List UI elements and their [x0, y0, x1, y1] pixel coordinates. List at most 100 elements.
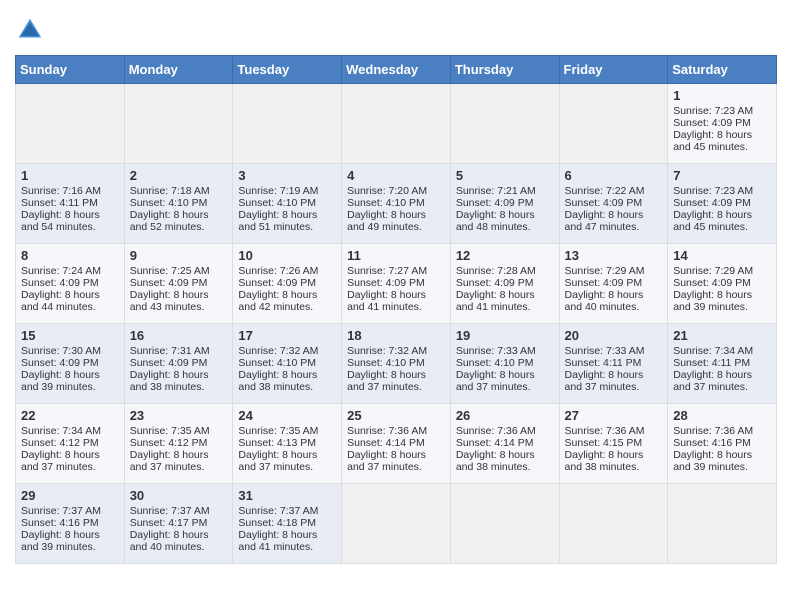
sunrise-text: Sunrise: 7:35 AM — [238, 425, 318, 437]
calendar-cell: 7 Sunrise: 7:23 AM Sunset: 4:09 PM Dayli… — [668, 164, 777, 244]
calendar-cell — [16, 84, 125, 164]
sunrise-text: Sunrise: 7:36 AM — [565, 425, 645, 437]
daylight-text: Daylight: 8 hours and 47 minutes. — [565, 209, 644, 233]
sunrise-text: Sunrise: 7:23 AM — [673, 185, 753, 197]
day-number: 22 — [21, 408, 119, 423]
day-number: 18 — [347, 328, 445, 343]
calendar-cell — [450, 484, 559, 564]
calendar-cell: 5 Sunrise: 7:21 AM Sunset: 4:09 PM Dayli… — [450, 164, 559, 244]
calendar-cell — [559, 84, 668, 164]
day-number: 2 — [130, 168, 228, 183]
daylight-text: Daylight: 8 hours and 41 minutes. — [456, 289, 535, 313]
sunset-text: Sunset: 4:11 PM — [565, 357, 642, 369]
sunrise-text: Sunrise: 7:36 AM — [673, 425, 753, 437]
calendar-cell: 8 Sunrise: 7:24 AM Sunset: 4:09 PM Dayli… — [16, 244, 125, 324]
calendar-week-row: 1 Sunrise: 7:23 AM Sunset: 4:09 PM Dayli… — [16, 84, 777, 164]
sunrise-text: Sunrise: 7:33 AM — [456, 345, 536, 357]
sunset-text: Sunset: 4:12 PM — [21, 437, 99, 449]
sunrise-text: Sunrise: 7:19 AM — [238, 185, 318, 197]
sunset-text: Sunset: 4:09 PM — [565, 197, 643, 209]
sunset-text: Sunset: 4:09 PM — [130, 277, 208, 289]
daylight-text: Daylight: 8 hours and 38 minutes. — [238, 369, 317, 393]
daylight-text: Daylight: 8 hours and 41 minutes. — [238, 529, 317, 553]
sunrise-text: Sunrise: 7:32 AM — [238, 345, 318, 357]
calendar-cell: 9 Sunrise: 7:25 AM Sunset: 4:09 PM Dayli… — [124, 244, 233, 324]
calendar-cell: 16 Sunrise: 7:31 AM Sunset: 4:09 PM Dayl… — [124, 324, 233, 404]
daylight-text: Daylight: 8 hours and 43 minutes. — [130, 289, 209, 313]
daylight-text: Daylight: 8 hours and 38 minutes. — [565, 449, 644, 473]
calendar-week-row: 1 Sunrise: 7:16 AM Sunset: 4:11 PM Dayli… — [16, 164, 777, 244]
sunset-text: Sunset: 4:09 PM — [21, 357, 99, 369]
daylight-text: Daylight: 8 hours and 48 minutes. — [456, 209, 535, 233]
daylight-text: Daylight: 8 hours and 37 minutes. — [130, 449, 209, 473]
day-number: 24 — [238, 408, 336, 423]
sunrise-text: Sunrise: 7:25 AM — [130, 265, 210, 277]
sunrise-text: Sunrise: 7:32 AM — [347, 345, 427, 357]
sunset-text: Sunset: 4:09 PM — [673, 117, 751, 129]
sunset-text: Sunset: 4:13 PM — [238, 437, 316, 449]
daylight-text: Daylight: 8 hours and 37 minutes. — [565, 369, 644, 393]
calendar-cell: 23 Sunrise: 7:35 AM Sunset: 4:12 PM Dayl… — [124, 404, 233, 484]
calendar-cell: 1 Sunrise: 7:16 AM Sunset: 4:11 PM Dayli… — [16, 164, 125, 244]
day-number: 29 — [21, 488, 119, 503]
sunset-text: Sunset: 4:09 PM — [21, 277, 99, 289]
day-number: 1 — [673, 88, 771, 103]
day-number: 17 — [238, 328, 336, 343]
calendar-cell: 10 Sunrise: 7:26 AM Sunset: 4:09 PM Dayl… — [233, 244, 342, 324]
calendar-cell: 28 Sunrise: 7:36 AM Sunset: 4:16 PM Dayl… — [668, 404, 777, 484]
day-header-wednesday: Wednesday — [342, 56, 451, 84]
daylight-text: Daylight: 8 hours and 39 minutes. — [673, 449, 752, 473]
sunrise-text: Sunrise: 7:27 AM — [347, 265, 427, 277]
sunset-text: Sunset: 4:09 PM — [456, 197, 534, 209]
sunset-text: Sunset: 4:11 PM — [21, 197, 98, 209]
sunset-text: Sunset: 4:09 PM — [456, 277, 534, 289]
calendar-cell — [668, 484, 777, 564]
calendar-week-row: 8 Sunrise: 7:24 AM Sunset: 4:09 PM Dayli… — [16, 244, 777, 324]
daylight-text: Daylight: 8 hours and 37 minutes. — [21, 449, 100, 473]
sunrise-text: Sunrise: 7:26 AM — [238, 265, 318, 277]
sunset-text: Sunset: 4:10 PM — [347, 197, 425, 209]
sunrise-text: Sunrise: 7:37 AM — [130, 505, 210, 517]
calendar-cell: 26 Sunrise: 7:36 AM Sunset: 4:14 PM Dayl… — [450, 404, 559, 484]
calendar-cell: 13 Sunrise: 7:29 AM Sunset: 4:09 PM Dayl… — [559, 244, 668, 324]
sunrise-text: Sunrise: 7:36 AM — [347, 425, 427, 437]
sunset-text: Sunset: 4:09 PM — [565, 277, 643, 289]
daylight-text: Daylight: 8 hours and 37 minutes. — [673, 369, 752, 393]
sunrise-text: Sunrise: 7:37 AM — [238, 505, 318, 517]
daylight-text: Daylight: 8 hours and 52 minutes. — [130, 209, 209, 233]
calendar-cell — [124, 84, 233, 164]
day-number: 20 — [565, 328, 663, 343]
day-number: 16 — [130, 328, 228, 343]
sunrise-text: Sunrise: 7:21 AM — [456, 185, 536, 197]
sunset-text: Sunset: 4:09 PM — [673, 197, 751, 209]
sunset-text: Sunset: 4:10 PM — [130, 197, 208, 209]
sunset-text: Sunset: 4:16 PM — [673, 437, 751, 449]
daylight-text: Daylight: 8 hours and 37 minutes. — [456, 369, 535, 393]
logo — [15, 15, 49, 45]
sunset-text: Sunset: 4:11 PM — [673, 357, 750, 369]
sunset-text: Sunset: 4:09 PM — [130, 357, 208, 369]
calendar-cell: 14 Sunrise: 7:29 AM Sunset: 4:09 PM Dayl… — [668, 244, 777, 324]
day-header-thursday: Thursday — [450, 56, 559, 84]
calendar-cell — [233, 84, 342, 164]
daylight-text: Daylight: 8 hours and 45 minutes. — [673, 209, 752, 233]
sunrise-text: Sunrise: 7:22 AM — [565, 185, 645, 197]
daylight-text: Daylight: 8 hours and 37 minutes. — [347, 369, 426, 393]
calendar-header-row: SundayMondayTuesdayWednesdayThursdayFrid… — [16, 56, 777, 84]
daylight-text: Daylight: 8 hours and 44 minutes. — [21, 289, 100, 313]
sunset-text: Sunset: 4:12 PM — [130, 437, 208, 449]
sunset-text: Sunset: 4:16 PM — [21, 517, 99, 529]
sunset-text: Sunset: 4:14 PM — [456, 437, 534, 449]
logo-icon — [15, 15, 45, 45]
day-number: 14 — [673, 248, 771, 263]
day-number: 26 — [456, 408, 554, 423]
sunrise-text: Sunrise: 7:36 AM — [456, 425, 536, 437]
daylight-text: Daylight: 8 hours and 40 minutes. — [130, 529, 209, 553]
sunrise-text: Sunrise: 7:30 AM — [21, 345, 101, 357]
calendar-cell: 19 Sunrise: 7:33 AM Sunset: 4:10 PM Dayl… — [450, 324, 559, 404]
sunrise-text: Sunrise: 7:33 AM — [565, 345, 645, 357]
calendar-cell: 25 Sunrise: 7:36 AM Sunset: 4:14 PM Dayl… — [342, 404, 451, 484]
sunset-text: Sunset: 4:14 PM — [347, 437, 425, 449]
calendar-cell: 11 Sunrise: 7:27 AM Sunset: 4:09 PM Dayl… — [342, 244, 451, 324]
daylight-text: Daylight: 8 hours and 39 minutes. — [21, 529, 100, 553]
